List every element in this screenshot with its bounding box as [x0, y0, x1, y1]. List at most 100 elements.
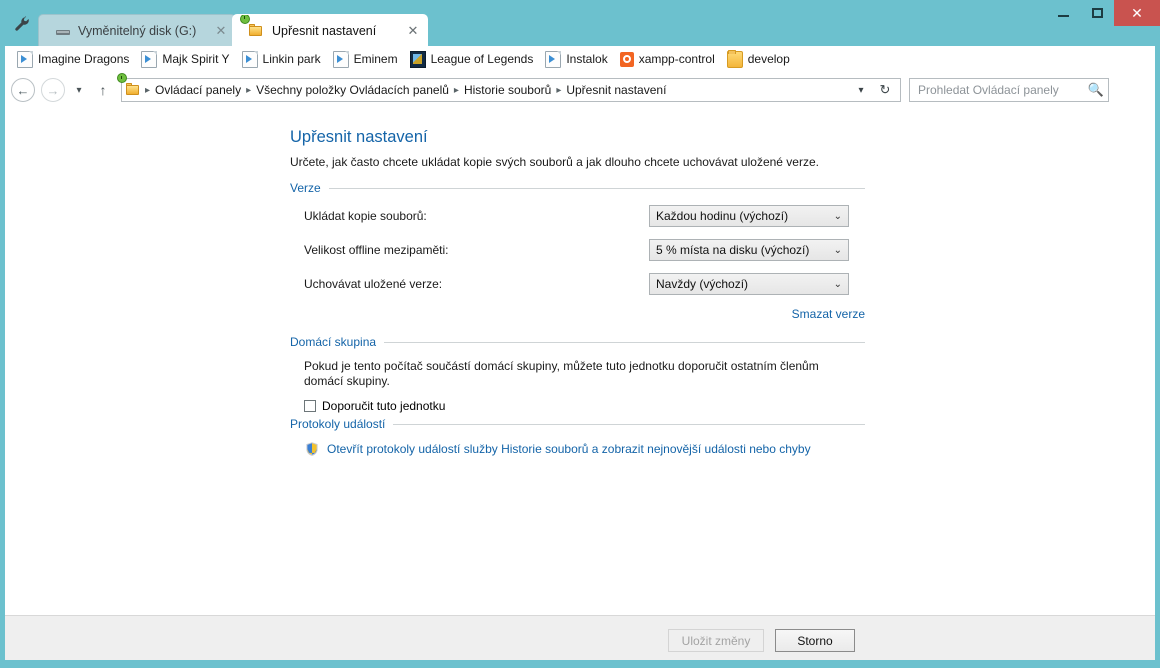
section-heading-label: Verze [290, 181, 321, 195]
setting-label: Ukládat kopie souborů: [304, 209, 427, 223]
close-icon: ✕ [1131, 5, 1143, 21]
setting-row-save-copies: Ukládat kopie souborů: Každou hodinu (vý… [304, 205, 865, 227]
tab-removable-disk[interactable]: Vyměnitelný disk (G:) ✕ [38, 14, 236, 46]
section-divider [384, 341, 865, 343]
breadcrumb[interactable]: ▸ Ovládací panely ▸ Všechny položky Ovlá… [117, 73, 901, 102]
footer-bar: Uložit změny Storno [5, 615, 1155, 660]
settings-page: Upřesnit nastavení Určete, jak často chc… [290, 128, 865, 461]
file-history-icon [117, 73, 142, 98]
bookmark-label: develop [747, 52, 790, 66]
xampp-icon [619, 51, 634, 67]
dropdown-value: Navždy (výchozí) [656, 277, 749, 291]
recommend-drive-label: Doporučit tuto jednotku [322, 399, 446, 413]
page-icon [332, 50, 349, 68]
uac-shield-icon [304, 441, 320, 457]
chevron-down-icon: ⌄ [833, 278, 842, 290]
up-button[interactable]: ↑ [93, 79, 113, 101]
breadcrumb-separator: ▸ [556, 84, 562, 96]
forward-button[interactable]: → [41, 78, 65, 102]
wrench-icon[interactable] [8, 10, 36, 38]
bookmark-label: Imagine Dragons [38, 52, 130, 66]
back-button[interactable]: ← [11, 78, 35, 102]
folder-icon [726, 49, 743, 68]
breadcrumb-item-all-items[interactable]: Všechny položky Ovládacích panelů [252, 83, 453, 97]
file-history-icon [240, 15, 265, 39]
section-versions: Verze Ukládat kopie souborů: Každou hodi… [290, 181, 865, 321]
close-icon[interactable]: ✕ [405, 23, 421, 39]
minimize-button[interactable] [1046, 0, 1080, 26]
bookmark-item[interactable]: Eminem [327, 49, 404, 69]
bookmark-label: Majk Spirit Y [162, 52, 230, 66]
section-heading-label: Protokoly událostí [290, 417, 386, 431]
league-of-legends-icon [409, 50, 426, 68]
section-homegroup: Domácí skupina Pokud je tento počítač so… [290, 335, 865, 413]
dropdown-value: 5 % místa na disku (výchozí) [656, 243, 810, 257]
breadcrumb-separator: ▸ [145, 84, 151, 96]
offline-cache-size-dropdown[interactable]: 5 % místa na disku (výchozí) ⌄ [649, 239, 849, 261]
removable-disk-icon [55, 23, 71, 39]
bookmark-item[interactable]: Majk Spirit Y [135, 49, 235, 69]
page-icon [545, 50, 562, 68]
page-icon [241, 50, 258, 68]
section-event-logs: Protokoly událostí Otevřít protokoly udá… [290, 417, 865, 457]
explorer-window: Vyměnitelný disk (G:) ✕ Upřesnit nastave… [0, 0, 1160, 668]
tab-label: Vyměnitelný disk (G:) [78, 23, 197, 38]
page-subtitle: Určete, jak často chcete ukládat kopie s… [290, 155, 819, 169]
breadcrumb-item-advanced-settings[interactable]: Upřesnit nastavení [562, 83, 670, 97]
search-icon: 🔍 [1087, 82, 1104, 97]
section-heading: Verze [290, 181, 865, 195]
bookmark-item[interactable]: Instalok [539, 49, 613, 69]
history-dropdown-icon[interactable]: ▾ [69, 79, 89, 101]
breadcrumb-item-file-history[interactable]: Historie souborů [460, 83, 555, 97]
clean-up-versions-row: Smazat verze [290, 307, 865, 321]
search-input[interactable]: Prohledat Ovládací panely 🔍 [909, 78, 1109, 102]
bookmark-item[interactable]: Imagine Dragons [11, 49, 135, 69]
maximize-button[interactable] [1080, 0, 1114, 26]
bookmarks-bar: Imagine Dragons Majk Spirit Y Linkin par… [5, 46, 1155, 72]
breadcrumb-separator: ▸ [246, 84, 252, 96]
minimize-icon [1057, 15, 1069, 17]
setting-label: Uchovávat uložené verze: [304, 277, 443, 291]
bookmark-item[interactable]: League of Legends [404, 49, 540, 69]
page-icon [17, 50, 33, 68]
bookmark-item[interactable]: xampp-control [614, 49, 721, 69]
recommend-drive-checkbox[interactable] [304, 400, 316, 412]
search-placeholder: Prohledat Ovládací panely [918, 83, 1059, 97]
setting-label: Velikost offline mezipaměti: [304, 243, 449, 257]
save-changes-button[interactable]: Uložit změny [668, 629, 764, 652]
keep-versions-dropdown[interactable]: Navždy (výchozí) ⌄ [649, 273, 849, 295]
setting-row-offline-cache-size: Velikost offline mezipaměti: 5 % místa n… [304, 239, 865, 261]
section-heading: Protokoly událostí [290, 417, 865, 431]
tab-advanced-settings[interactable]: Upřesnit nastavení ✕ [232, 14, 428, 46]
bookmark-item[interactable]: develop [721, 49, 796, 69]
refresh-icon[interactable]: ↻ [874, 79, 896, 101]
chevron-down-icon: ⌄ [833, 244, 842, 256]
tab-label: Upřesnit nastavení [272, 23, 377, 38]
page-icon [141, 50, 158, 68]
breadcrumb-item-control-panel[interactable]: Ovládací panely [151, 83, 245, 97]
event-logs-link[interactable]: Otevřít protokoly událostí služby Histor… [327, 442, 811, 456]
section-divider [328, 187, 865, 189]
title-bar: Vyměnitelný disk (G:) ✕ Upřesnit nastave… [0, 0, 1160, 46]
chevron-down-icon[interactable]: ▾ [852, 79, 870, 101]
save-copies-dropdown[interactable]: Každou hodinu (výchozí) ⌄ [649, 205, 849, 227]
chevron-down-icon: ⌄ [833, 210, 842, 222]
section-heading-label: Domácí skupina [290, 335, 377, 349]
bookmark-label: xampp-control [638, 52, 715, 66]
close-icon[interactable]: ✕ [213, 23, 229, 39]
bookmark-label: Linkin park [262, 52, 321, 66]
window-controls: ✕ [1046, 0, 1160, 26]
bookmark-item[interactable]: Linkin park [236, 49, 327, 69]
recommend-drive-checkbox-row[interactable]: Doporučit tuto jednotku [304, 399, 865, 413]
section-heading: Domácí skupina [290, 335, 865, 349]
content-pane: Upřesnit nastavení Určete, jak často chc… [5, 108, 1155, 615]
section-divider [393, 423, 865, 425]
event-logs-row[interactable]: Otevřít protokoly událostí služby Histor… [304, 441, 865, 457]
dropdown-value: Každou hodinu (výchozí) [656, 209, 789, 223]
close-button[interactable]: ✕ [1114, 0, 1160, 26]
page-title: Upřesnit nastavení [290, 128, 428, 146]
cancel-button[interactable]: Storno [775, 629, 855, 652]
maximize-icon [1091, 8, 1103, 18]
clean-up-versions-link[interactable]: Smazat verze [792, 307, 865, 321]
breadcrumb-separator: ▸ [453, 84, 459, 96]
